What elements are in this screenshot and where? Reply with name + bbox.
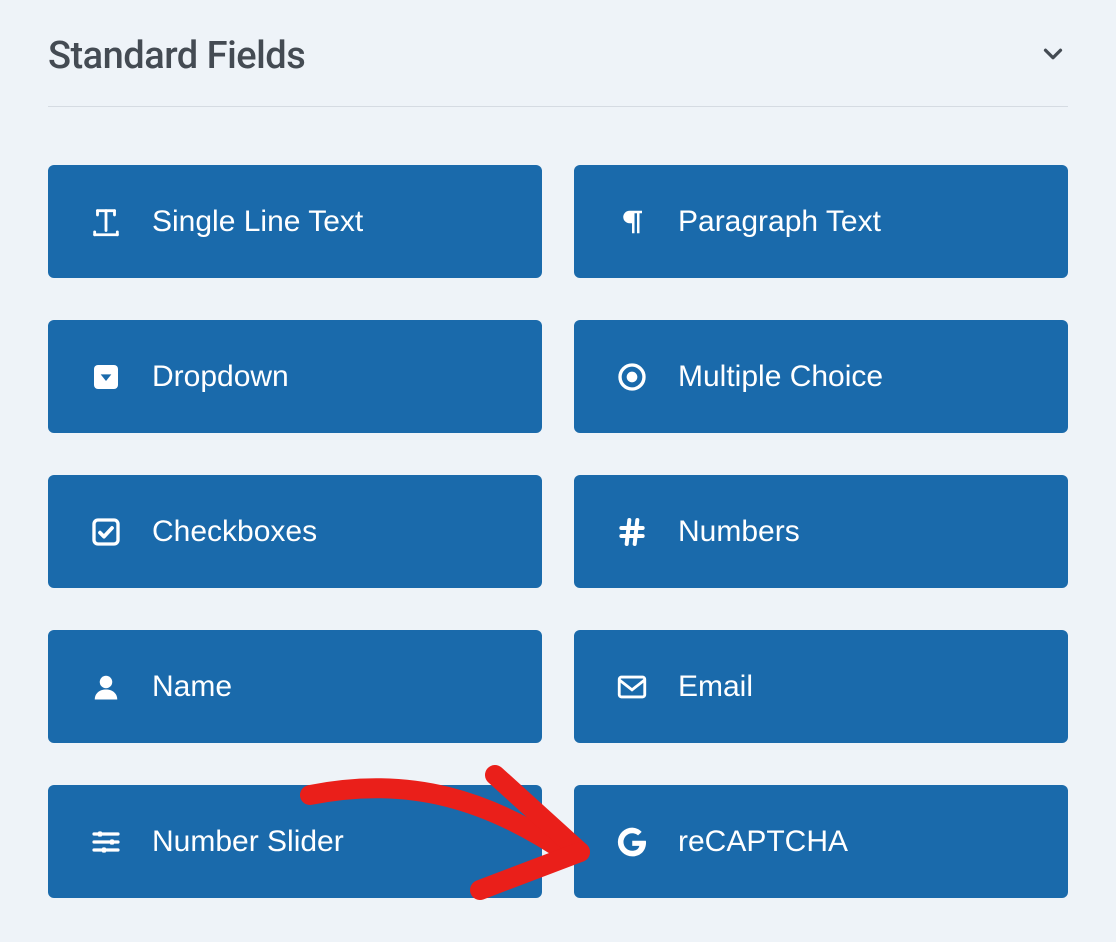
hash-icon <box>614 514 650 550</box>
field-number-slider[interactable]: Number Slider <box>48 785 542 898</box>
radio-icon <box>614 359 650 395</box>
field-label: Paragraph Text <box>678 205 881 239</box>
field-label: Number Slider <box>152 825 344 859</box>
field-multiple-choice[interactable]: Multiple Choice <box>574 320 1068 433</box>
envelope-icon <box>614 669 650 705</box>
dropdown-icon <box>88 359 124 395</box>
section-header[interactable]: Standard Fields <box>48 20 1068 106</box>
person-icon <box>88 669 124 705</box>
chevron-down-icon <box>1038 39 1068 73</box>
field-label: Checkboxes <box>152 515 317 549</box>
field-label: Dropdown <box>152 360 289 394</box>
field-checkboxes[interactable]: Checkboxes <box>48 475 542 588</box>
paragraph-icon <box>614 204 650 240</box>
section-title: Standard Fields <box>48 34 305 78</box>
field-single-line-text[interactable]: Single Line Text <box>48 165 542 278</box>
field-recaptcha[interactable]: reCAPTCHA <box>574 785 1068 898</box>
sliders-icon <box>88 824 124 860</box>
field-dropdown[interactable]: Dropdown <box>48 320 542 433</box>
field-numbers[interactable]: Numbers <box>574 475 1068 588</box>
checkbox-icon <box>88 514 124 550</box>
field-paragraph-text[interactable]: Paragraph Text <box>574 165 1068 278</box>
field-grid: Single Line Text Paragraph Text Dropdown… <box>48 165 1068 898</box>
field-label: Single Line Text <box>152 205 363 239</box>
standard-fields-panel: Standard Fields Single Line Text Paragra… <box>0 0 1116 898</box>
field-name[interactable]: Name <box>48 630 542 743</box>
field-label: Multiple Choice <box>678 360 883 394</box>
text-icon <box>88 204 124 240</box>
field-email[interactable]: Email <box>574 630 1068 743</box>
field-label: Email <box>678 670 753 704</box>
field-label: Numbers <box>678 515 800 549</box>
google-icon <box>614 824 650 860</box>
field-label: Name <box>152 670 232 704</box>
field-label: reCAPTCHA <box>678 825 848 859</box>
section-divider <box>48 106 1068 107</box>
